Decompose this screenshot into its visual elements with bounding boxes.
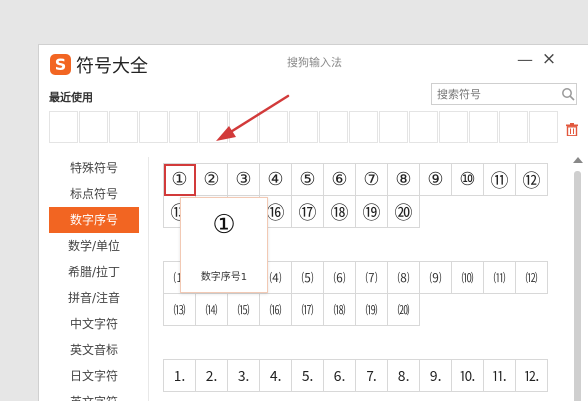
category-item[interactable]: 数字序号 bbox=[49, 207, 139, 233]
recent-symbol-slot[interactable] bbox=[349, 111, 378, 143]
symbol-cell[interactable]: ⑧ bbox=[388, 164, 420, 196]
symbol-cell[interactable]: ⑼ bbox=[420, 262, 452, 294]
preview-symbol-name: 数字序号1 bbox=[200, 272, 248, 283]
symbol-cell[interactable]: ⑨ bbox=[420, 164, 452, 196]
symbol-window: S 符号大全 搜狗输入法 — × 最近使用 特殊符号标点符号数字序号数学/单位希… bbox=[38, 44, 588, 401]
symbol-cell[interactable]: ⑺ bbox=[356, 262, 388, 294]
symbol-cell[interactable]: ⑥ bbox=[324, 164, 356, 196]
recent-symbol-slot[interactable] bbox=[199, 111, 228, 143]
symbol-cell[interactable]: ⒆ bbox=[356, 294, 388, 326]
symbol-preview-popup: ① 数字序号1 bbox=[180, 197, 268, 293]
recent-label: 最近使用 bbox=[49, 91, 93, 104]
symbol-cell[interactable]: ④ bbox=[260, 164, 292, 196]
symbol-cell[interactable]: ⒁ bbox=[196, 294, 228, 326]
recent-symbol-slot[interactable] bbox=[259, 111, 288, 143]
symbol-cell[interactable]: ⒂ bbox=[228, 294, 260, 326]
symbol-cell[interactable]: ⒎ bbox=[356, 360, 388, 392]
period-number-grid: ⒈⒉⒊⒋⒌⒍⒎⒏⒐⒑⒒⒓ bbox=[163, 359, 548, 392]
symbol-cell[interactable]: ⑿ bbox=[516, 262, 548, 294]
symbol-cell[interactable]: ⑸ bbox=[292, 262, 324, 294]
symbol-cell[interactable]: ⒋ bbox=[260, 360, 292, 392]
category-item[interactable]: 数学/单位 bbox=[49, 233, 139, 259]
symbol-cell[interactable]: ⑲ bbox=[356, 196, 388, 228]
symbol-cell[interactable]: ⒓ bbox=[516, 360, 548, 392]
ime-name: 搜狗输入法 bbox=[287, 56, 342, 69]
recent-symbol-slot[interactable] bbox=[409, 111, 438, 143]
symbol-cell[interactable]: ⑹ bbox=[324, 262, 356, 294]
symbol-cell[interactable]: ⒄ bbox=[292, 294, 324, 326]
category-item[interactable]: 中文字符 bbox=[49, 311, 139, 337]
recent-symbol-slot[interactable] bbox=[469, 111, 498, 143]
scroll-thumb[interactable] bbox=[574, 171, 581, 401]
symbol-cell[interactable]: ① bbox=[164, 164, 196, 196]
symbol-cell[interactable]: ⒉ bbox=[196, 360, 228, 392]
symbol-cell[interactable]: ⑽ bbox=[452, 262, 484, 294]
symbol-cell[interactable]: ⒍ bbox=[324, 360, 356, 392]
close-button[interactable]: × bbox=[541, 50, 557, 68]
category-item[interactable]: 日文字符 bbox=[49, 363, 139, 389]
recent-symbol-slot[interactable] bbox=[229, 111, 258, 143]
sogou-logo-icon: S bbox=[50, 54, 71, 75]
symbol-cell[interactable]: ⒒ bbox=[484, 360, 516, 392]
symbol-cell[interactable]: ⑦ bbox=[356, 164, 388, 196]
symbol-cell[interactable]: ② bbox=[196, 164, 228, 196]
window-title: 符号大全 bbox=[76, 56, 148, 77]
recent-symbols-row bbox=[49, 111, 559, 143]
search-input[interactable] bbox=[431, 83, 577, 105]
category-list: 特殊符号标点符号数字序号数学/单位希腊/拉丁拼音/注音中文字符英文音标日文字符英… bbox=[49, 155, 139, 401]
symbol-cell[interactable]: ⒑ bbox=[452, 360, 484, 392]
symbol-cell[interactable]: ⑪ bbox=[484, 164, 516, 196]
category-item[interactable]: 英文字符 bbox=[49, 389, 139, 401]
scroll-up-icon[interactable] bbox=[573, 157, 583, 163]
recent-symbol-slot[interactable] bbox=[499, 111, 528, 143]
recent-symbol-slot[interactable] bbox=[139, 111, 168, 143]
symbol-cell[interactable]: ⒀ bbox=[164, 294, 196, 326]
symbol-cell[interactable]: ⑩ bbox=[452, 164, 484, 196]
category-item[interactable]: 拼音/注音 bbox=[49, 285, 139, 311]
symbol-cell[interactable]: ③ bbox=[228, 164, 260, 196]
symbol-cell[interactable]: ⒌ bbox=[292, 360, 324, 392]
recent-symbol-slot[interactable] bbox=[379, 111, 408, 143]
scrollbar[interactable] bbox=[570, 157, 587, 401]
symbol-cell[interactable]: ⒐ bbox=[420, 360, 452, 392]
symbol-cell[interactable]: ⒏ bbox=[388, 360, 420, 392]
category-item[interactable]: 希腊/拉丁 bbox=[49, 259, 139, 285]
recent-symbol-slot[interactable] bbox=[529, 111, 558, 143]
recent-symbol-slot[interactable] bbox=[319, 111, 348, 143]
preview-symbol: ① bbox=[212, 210, 236, 240]
trash-icon[interactable] bbox=[566, 123, 578, 136]
divider bbox=[148, 157, 149, 401]
symbol-cell[interactable]: ⑤ bbox=[292, 164, 324, 196]
recent-symbol-slot[interactable] bbox=[49, 111, 78, 143]
symbol-cell[interactable]: ⑻ bbox=[388, 262, 420, 294]
symbol-cell[interactable]: ⒃ bbox=[260, 294, 292, 326]
recent-symbol-slot[interactable] bbox=[289, 111, 318, 143]
symbol-cell[interactable]: ⒊ bbox=[228, 360, 260, 392]
recent-symbol-slot[interactable] bbox=[79, 111, 108, 143]
symbol-cell[interactable]: ⑾ bbox=[484, 262, 516, 294]
category-item[interactable]: 英文音标 bbox=[49, 337, 139, 363]
symbol-cell[interactable]: ⑫ bbox=[516, 164, 548, 196]
category-item[interactable]: 特殊符号 bbox=[49, 155, 139, 181]
recent-symbol-slot[interactable] bbox=[439, 111, 468, 143]
symbol-cell[interactable]: ⒈ bbox=[164, 360, 196, 392]
symbol-cell[interactable]: ⒇ bbox=[388, 294, 420, 326]
recent-symbol-slot[interactable] bbox=[109, 111, 138, 143]
minimize-button[interactable]: — bbox=[517, 52, 533, 69]
symbol-cell[interactable]: ⑳ bbox=[388, 196, 420, 228]
symbol-cell[interactable]: ⑰ bbox=[292, 196, 324, 228]
category-item[interactable]: 标点符号 bbox=[49, 181, 139, 207]
recent-symbol-slot[interactable] bbox=[169, 111, 198, 143]
search-icon[interactable] bbox=[561, 87, 575, 101]
symbol-cell[interactable]: ⒅ bbox=[324, 294, 356, 326]
symbol-cell[interactable]: ⑱ bbox=[324, 196, 356, 228]
